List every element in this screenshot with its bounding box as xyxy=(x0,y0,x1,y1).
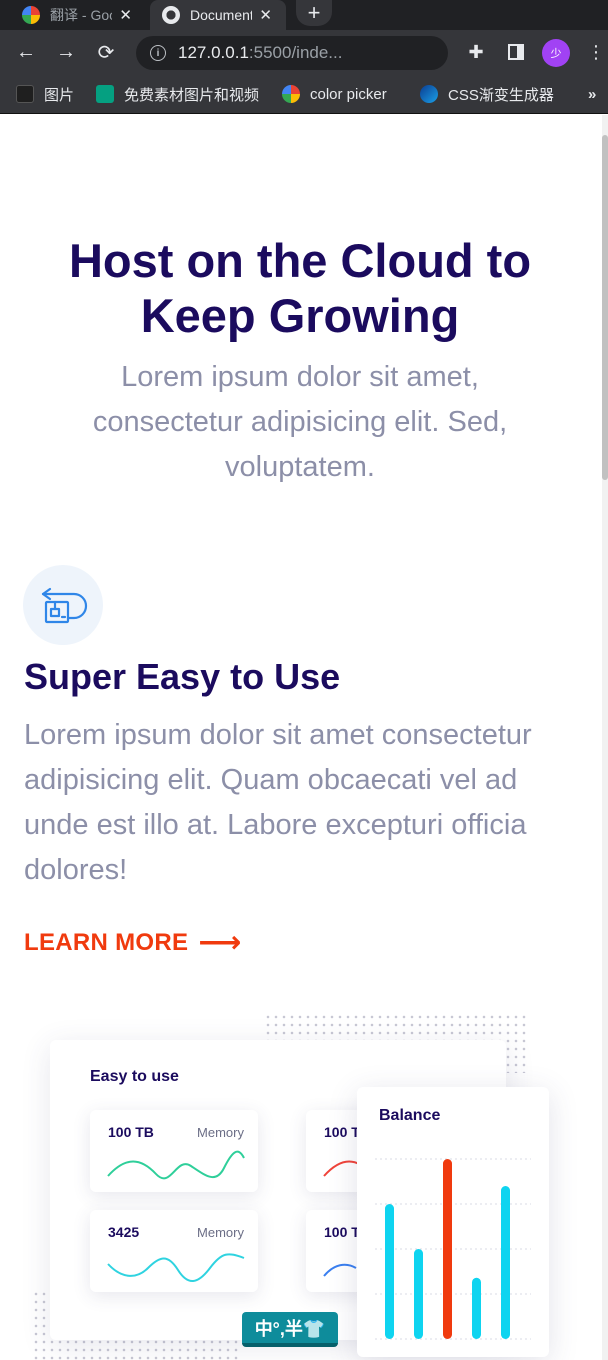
close-tab-icon[interactable]: ✕ xyxy=(259,6,272,24)
chart-bar xyxy=(385,1204,394,1339)
stat-value: 100 T xyxy=(324,1124,360,1140)
bookmark-item[interactable]: 免费素材图片和视频 xyxy=(96,84,259,104)
extensions-puzzle-icon[interactable]: ✚ xyxy=(464,40,488,64)
stat-card: 3425 Memory xyxy=(90,1210,258,1292)
side-panel-icon[interactable] xyxy=(504,40,528,64)
gradient-icon xyxy=(420,85,438,103)
site-info-icon[interactable]: i xyxy=(150,45,166,61)
pexels-icon xyxy=(96,85,114,103)
menu-kebab-icon[interactable]: ⋮ xyxy=(584,40,608,64)
stat-label: Memory xyxy=(197,1125,244,1140)
bookmarks-bar: 图片 免费素材图片和视频 color picker CSS渐变生成器 » xyxy=(0,74,608,114)
cloud-return-box-icon xyxy=(23,565,103,645)
tab-title: Document xyxy=(190,7,252,23)
chart-bar xyxy=(414,1249,423,1339)
tab-document[interactable]: Document ✕ xyxy=(150,0,286,30)
tab-title: 翻译 - Google xyxy=(50,7,112,23)
learn-more-label: LEARN MORE xyxy=(24,929,189,956)
hero-subtitle: Lorem ipsum dolor sit amet, consectetur … xyxy=(92,361,508,483)
chart-bar xyxy=(501,1186,510,1339)
vertical-scrollbar[interactable] xyxy=(602,115,608,1360)
forward-arrow-icon[interactable]: → xyxy=(54,40,78,64)
scrollbar-thumb[interactable] xyxy=(602,135,608,480)
new-tab-button[interactable]: + xyxy=(296,0,332,26)
reload-icon[interactable]: ⟳ xyxy=(94,40,118,64)
images-icon xyxy=(16,85,34,103)
stat-card: 100 TB Memory xyxy=(90,1110,258,1192)
bookmark-label: 免费素材图片和视频 xyxy=(124,86,260,104)
ime-status-indicator[interactable]: 中°,半👕 xyxy=(242,1312,338,1347)
arrow-right-icon: ⟶ xyxy=(198,926,242,959)
tab-translate[interactable]: 翻译 - Google ✕ xyxy=(0,0,146,30)
hero-title: Host on the Cloud to Keep Growing xyxy=(68,234,532,342)
url-host: 127.0.0.1 xyxy=(178,43,249,62)
bookmark-item[interactable]: CSS渐变生成器 xyxy=(420,84,554,104)
bookmark-item[interactable]: color picker xyxy=(282,84,387,104)
stat-label: Memory xyxy=(197,1225,244,1240)
feature-title: Super Easy to Use xyxy=(24,656,341,697)
close-tab-icon[interactable]: ✕ xyxy=(119,6,132,24)
google-icon xyxy=(282,85,300,103)
chart-bar xyxy=(472,1277,481,1339)
more-bookmarks-chevron-icon[interactable]: » xyxy=(588,84,596,104)
wave-line-icon xyxy=(107,1150,245,1180)
balance-bar-chart xyxy=(375,1158,531,1340)
feature-description: Lorem ipsum dolor sit amet consectetur a… xyxy=(24,719,532,886)
bookmark-item[interactable]: 图片 xyxy=(16,84,74,104)
page-viewport: Host on the Cloud to Keep Growing Lorem … xyxy=(0,115,608,1360)
chart-bar xyxy=(443,1159,452,1339)
profile-avatar[interactable]: 少 xyxy=(542,39,570,67)
learn-more-link[interactable]: LEARN MORE ⟶ xyxy=(24,926,242,959)
stat-value: 3425 xyxy=(108,1224,140,1240)
wave-line-icon xyxy=(107,1253,245,1282)
globe-icon xyxy=(162,6,180,24)
dashboard-title: Easy to use xyxy=(90,1068,179,1085)
balance-card: Balance xyxy=(357,1087,549,1357)
bookmark-label: color picker xyxy=(310,85,387,103)
back-arrow-icon[interactable]: ← xyxy=(14,40,38,64)
browser-tab-strip: 翻译 - Google ✕ Document ✕ + xyxy=(0,0,608,30)
address-bar[interactable]: i 127.0.0.1:5500/inde... xyxy=(136,36,448,70)
url-path: :5500/inde... xyxy=(248,43,343,62)
bookmark-label: CSS渐变生成器 xyxy=(448,86,554,104)
stat-value: 100 TB xyxy=(108,1124,154,1140)
stat-value: 100 T xyxy=(324,1224,360,1240)
google-icon xyxy=(22,6,40,24)
bookmark-label: 图片 xyxy=(44,86,75,104)
balance-title: Balance xyxy=(379,1107,441,1124)
